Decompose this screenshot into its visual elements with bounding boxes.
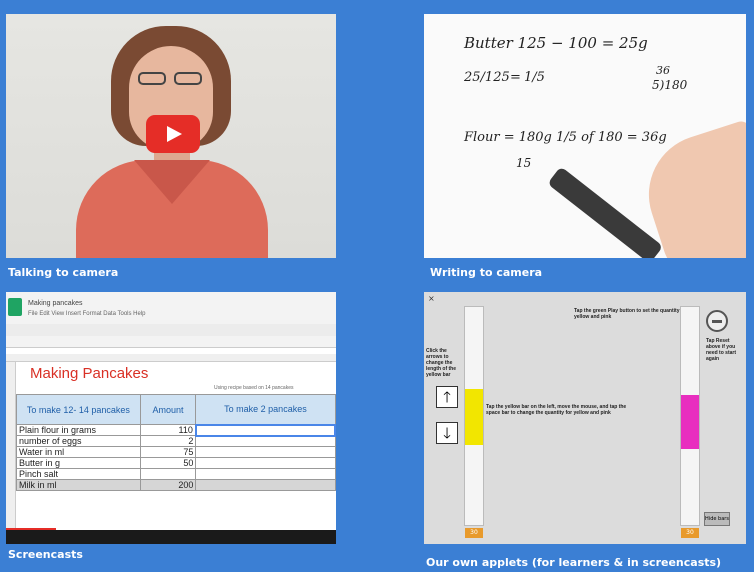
left-bar-track[interactable] [464,306,484,526]
instruction-center: Tap the yellow bar on the left, move the… [486,404,627,416]
table-cell[interactable] [139,468,197,480]
caption-applets: Our own applets (for learners & in scree… [426,556,722,569]
table-cell[interactable]: 75 [139,446,197,458]
instruction-right: Tap Reset above if you need to start aga… [706,338,737,362]
sheets-doc-icon [8,298,22,316]
up-arrow-button[interactable]: 🡑 [436,386,458,408]
sheet-toolbar[interactable] [6,324,336,336]
table-row: Pinch salt [16,468,336,480]
right-bar-track[interactable] [680,306,700,526]
shirt-collar [172,160,210,204]
wb-division-top: 36 [656,64,670,77]
instruction-left: Click the arrows to change the length of… [426,348,456,378]
table-cell[interactable] [195,446,336,458]
talking-video[interactable] [6,14,336,258]
writing-video[interactable]: Butter 125 − 100 = 25g 25/125 = 1/5 36 5… [424,14,746,258]
down-arrow-button[interactable]: 🡓 [436,422,458,444]
video-controls[interactable] [6,530,336,544]
header-cell[interactable]: To make 2 pancakes [195,394,336,425]
wb-fraction-right: 1/5 [524,70,545,85]
caption-screencasts: Screencasts [8,548,83,561]
table-cell[interactable]: Plain flour in grams [16,424,141,436]
sheet-note: Using recipe based on 14 pancakes [214,385,294,391]
table-row: number of eggs 2 [16,435,336,447]
table-cell[interactable] [195,479,336,491]
sheet-menubar[interactable]: File Edit View Insert Format Data Tools … [28,311,146,317]
wb-scribble: 15 [516,156,532,170]
table-header-row: To make 12- 14 pancakes Amount To make 2… [16,394,336,425]
pink-bar[interactable] [681,395,699,449]
reset-icon[interactable] [706,310,728,332]
table-cell[interactable]: 50 [139,457,197,469]
table-cell[interactable]: 200 [139,479,197,491]
header-cell[interactable]: To make 12- 14 pancakes [16,394,141,425]
marker-pen [547,166,664,258]
table-row: Butter in g 50 [16,457,336,469]
left-value-tag: 30 [465,528,483,538]
table-cell[interactable]: Milk in ml [16,479,141,491]
row-headers [6,362,16,532]
presenter-glasses [138,72,204,86]
wb-division: 5)180 [652,78,688,92]
table-cell[interactable]: 2 [139,435,197,447]
table-cell[interactable] [195,435,336,447]
table-row: Milk in ml 200 [16,479,336,491]
table-row: Plain flour in grams 110 [16,423,336,437]
caption-writing: Writing to camera [430,266,543,279]
right-value-tag: 30 [681,528,699,538]
close-icon[interactable]: × [428,294,435,303]
wb-line-flour: Flour = 180g 1/5 of 180 = 36g [464,130,667,145]
play-icon[interactable] [146,115,200,153]
table-cell[interactable]: Butter in g [16,457,141,469]
shirt-collar [134,160,172,204]
table-cell[interactable]: number of eggs [16,435,141,447]
wb-equals: = [510,70,521,85]
wb-fraction-left: 25/125 [464,70,510,85]
table-cell[interactable] [195,468,336,480]
table-row: Water in ml 75 [16,446,336,458]
wb-line-butter: Butter 125 − 100 = 25g [464,34,648,52]
yellow-bar[interactable] [465,389,483,445]
sheet-title: Making Pancakes [30,365,149,382]
applet-screenshot[interactable]: × Click the arrows to change the length … [424,292,746,544]
table-cell[interactable] [195,457,336,469]
screencast-video[interactable]: Making pancakes File Edit View Insert Fo… [6,292,336,544]
doc-title[interactable]: Making pancakes [28,300,82,307]
column-headers [6,354,336,362]
table-cell[interactable]: 110 [139,424,197,436]
recipe-table: To make 12- 14 pancakes Amount To make 2… [16,394,336,491]
header-cell[interactable]: Amount [139,394,197,425]
table-cell[interactable]: Pinch salt [16,468,141,480]
table-cell-selected[interactable] [194,423,336,437]
caption-talking: Talking to camera [8,266,119,279]
table-cell[interactable]: Water in ml [16,446,141,458]
sheet-header: Making pancakes File Edit View Insert Fo… [6,292,336,348]
hide-bars-button[interactable]: Hide bars [704,512,730,526]
